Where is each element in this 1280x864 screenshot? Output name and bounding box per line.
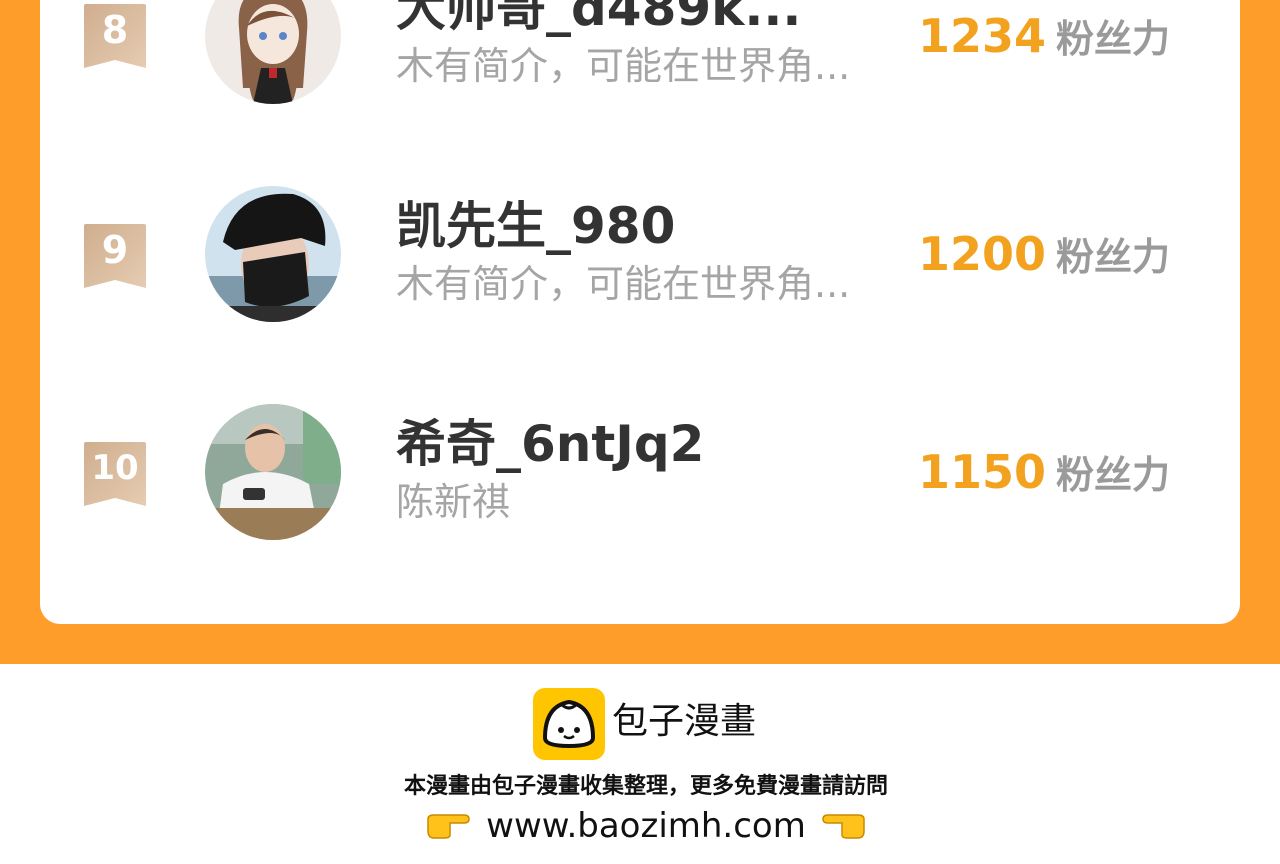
- ranking-card: 8 大帅哥_d489k... 木有简介，可能在世界角... 1234 粉丝力 9…: [40, 0, 1240, 624]
- baozi-logo-icon[interactable]: [533, 688, 605, 760]
- brand-name: 包子漫畫: [612, 701, 757, 742]
- username[interactable]: 凯先生_980: [396, 198, 675, 254]
- rank-number: 9: [101, 228, 129, 272]
- notice-text: 本漫畫由包子漫畫收集整理，更多免費漫畫請訪問: [403, 774, 888, 799]
- fan-power-value: 1234: [918, 9, 1047, 63]
- avatar[interactable]: [205, 404, 341, 540]
- pointing-right-hand-icon: [426, 806, 470, 850]
- site-url[interactable]: www.baozimh.com: [486, 806, 806, 846]
- rank-number: 10: [91, 448, 139, 488]
- username[interactable]: 希奇_6ntJq2: [396, 416, 704, 472]
- url-row: www.baozimh.com: [0, 804, 1280, 850]
- rank-number: 8: [101, 8, 129, 52]
- footer: 包子漫畫 本漫畫由包子漫畫收集整理，更多免費漫畫請訪問 www.baozimh.…: [0, 664, 1280, 864]
- fan-power: 1200 粉丝力: [918, 226, 1170, 281]
- fan-power: 1234 粉丝力: [918, 8, 1170, 63]
- username[interactable]: 大帅哥_d489k...: [396, 0, 801, 36]
- fan-power: 1150 粉丝力: [918, 444, 1170, 499]
- rank-badge: 8: [84, 4, 146, 68]
- avatar[interactable]: [205, 0, 341, 104]
- fan-power-value: 1150: [918, 445, 1047, 499]
- pointing-left-hand-icon: [822, 806, 866, 850]
- fan-power-label: 粉丝力: [1056, 17, 1171, 61]
- user-bio: 陈新祺: [396, 480, 511, 524]
- fan-power-label: 粉丝力: [1056, 235, 1171, 279]
- rank-badge: 10: [84, 442, 146, 506]
- avatar[interactable]: [205, 186, 341, 322]
- rank-badge: 9: [84, 224, 146, 288]
- user-bio: 木有简介，可能在世界角...: [396, 44, 851, 88]
- ranking-row[interactable]: 8 大帅哥_d489k... 木有简介，可能在世界角... 1234 粉丝力: [40, 0, 1240, 108]
- user-bio: 木有简介，可能在世界角...: [396, 262, 851, 306]
- fan-power-label: 粉丝力: [1056, 453, 1171, 497]
- ranking-row[interactable]: 10 希奇_6ntJq2 陈新祺 1150 粉丝力: [40, 404, 1240, 544]
- fan-power-value: 1200: [918, 227, 1047, 281]
- ranking-row[interactable]: 9 凯先生_980 木有简介，可能在世界角... 1200 粉丝力: [40, 186, 1240, 326]
